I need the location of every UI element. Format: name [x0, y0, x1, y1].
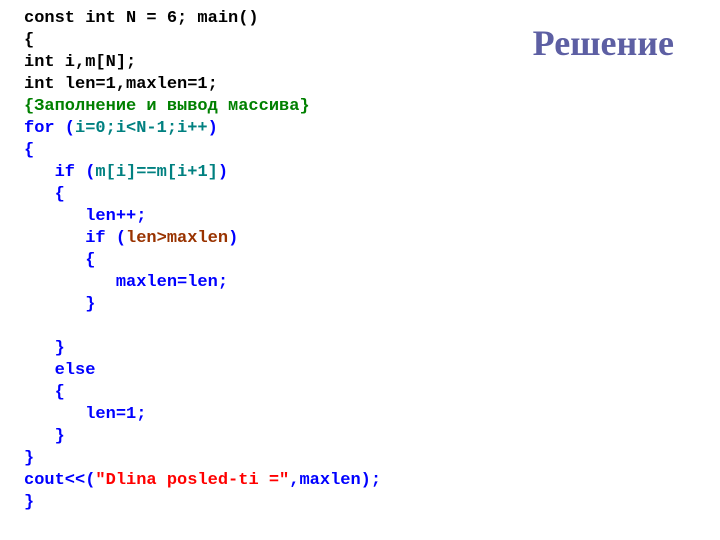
- code-cond: m[i]==m[i+1]: [95, 163, 217, 182]
- code-line: int len=1,maxlen=1;: [24, 75, 218, 94]
- code-line: }: [24, 493, 34, 512]
- code-comment: {Заполнение и вывод массива}: [24, 97, 310, 116]
- code-line: {: [24, 251, 95, 270]
- code-line: }: [24, 449, 34, 468]
- slide: Решение const int N = 6; main() { int i,…: [0, 0, 720, 540]
- code-line: maxlen=len;: [24, 273, 228, 292]
- code-line: }: [24, 339, 65, 358]
- code-line: }: [24, 427, 65, 446]
- code-cond: len>maxlen: [126, 229, 228, 248]
- code-line: {: [24, 141, 34, 160]
- code-line: {: [24, 31, 34, 50]
- code-keyword: for (: [24, 119, 75, 138]
- code-keyword: ): [228, 229, 238, 248]
- code-cond: i=0;i<N-1;i++: [75, 119, 208, 138]
- code-line: }: [24, 295, 95, 314]
- code-line: ,maxlen);: [289, 471, 381, 490]
- code-keyword: if (: [24, 229, 126, 248]
- code-line: else: [24, 361, 95, 380]
- code-block: const int N = 6; main() { int i,m[N]; in…: [24, 8, 381, 514]
- code-keyword: ): [218, 163, 228, 182]
- code-line: const int N = 6; main(): [24, 9, 259, 28]
- code-keyword: if (: [24, 163, 95, 182]
- slide-title: Решение: [533, 22, 674, 64]
- code-string: "Dlina posled-ti =": [95, 471, 289, 490]
- code-line: {: [24, 185, 65, 204]
- code-line: int i,m[N];: [24, 53, 136, 72]
- code-line: cout<<(: [24, 471, 95, 490]
- code-line: len++;: [24, 207, 146, 226]
- code-line: {: [24, 383, 65, 402]
- code-line: len=1;: [24, 405, 146, 424]
- code-keyword: ): [208, 119, 218, 138]
